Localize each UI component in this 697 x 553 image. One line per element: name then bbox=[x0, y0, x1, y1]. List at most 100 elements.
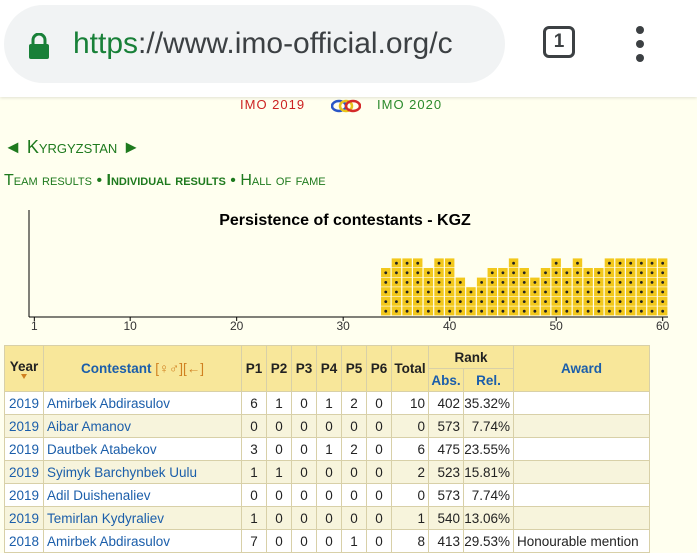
persistence-dot bbox=[544, 271, 547, 275]
col-p3[interactable]: P3 bbox=[291, 345, 317, 392]
persistence-dot bbox=[544, 300, 547, 303]
col-p1[interactable]: P1 bbox=[241, 345, 267, 392]
persistence-dot bbox=[554, 271, 558, 275]
total-score: 1 bbox=[417, 510, 425, 526]
cell-year-link: 2018 bbox=[4, 529, 44, 553]
col-contestant-label[interactable]: Contestant bbox=[81, 361, 152, 376]
score-p3: 0 bbox=[300, 464, 308, 480]
cell-score-p5: 2 bbox=[341, 437, 367, 461]
persistence-dot bbox=[639, 271, 643, 275]
persistence-dot bbox=[650, 271, 654, 275]
col-award[interactable]: Award bbox=[513, 345, 650, 392]
persistence-dot bbox=[395, 290, 398, 294]
cell-contestant-link: Amirbek Abdirasulov bbox=[43, 391, 242, 415]
persistence-dot bbox=[384, 290, 388, 294]
chart-title: Persistence of contestants - KGZ bbox=[219, 212, 471, 229]
cell-year-link: 2019 bbox=[4, 483, 44, 507]
cell-rank-rel: 7.74% bbox=[463, 483, 514, 507]
year-link[interactable]: 2018 bbox=[9, 534, 39, 549]
cell-score-p6: 0 bbox=[366, 529, 392, 553]
persistence-dot bbox=[405, 281, 409, 284]
prev-imo-link[interactable]: IMO 2019 bbox=[240, 97, 305, 112]
persistence-dot bbox=[661, 271, 665, 275]
sort-links[interactable]: [♀♂][←] bbox=[155, 361, 204, 376]
cell-score-p4: 0 bbox=[316, 506, 342, 530]
cell-score-p2: 1 bbox=[266, 460, 292, 484]
year-link[interactable]: 2019 bbox=[9, 511, 39, 526]
persistence-chart: Persistence of contestants - KGZ 1 10 20 30… bbox=[28, 210, 670, 333]
country-nav[interactable]: ◄ Kyrgyzstan ► bbox=[4, 137, 140, 158]
col-year[interactable]: Year bbox=[4, 345, 44, 392]
persistence-dot bbox=[437, 281, 441, 284]
tab-team-results[interactable]: Team results bbox=[4, 172, 92, 189]
col-rank-abs[interactable]: Abs. bbox=[428, 368, 464, 392]
total-score: 6 bbox=[417, 441, 425, 457]
persistence-dot bbox=[469, 290, 473, 294]
persistence-dot bbox=[554, 309, 558, 313]
persistence-dot bbox=[629, 309, 633, 313]
cell-award bbox=[513, 483, 650, 507]
col-p5[interactable]: P5 bbox=[341, 345, 367, 392]
tab-switcher-icon[interactable]: 1 bbox=[543, 26, 575, 58]
tab-hall-of-fame[interactable]: Hall of fame bbox=[240, 172, 325, 189]
cell-year-link: 2019 bbox=[4, 506, 44, 530]
year-link[interactable]: 2019 bbox=[9, 488, 39, 503]
persistence-dot bbox=[480, 300, 484, 303]
contestant-link[interactable]: Amirbek Abdirasulov bbox=[47, 534, 170, 549]
persistence-dot bbox=[618, 271, 622, 275]
persistence-dot bbox=[458, 281, 462, 284]
contestant-link[interactable]: Syimyk Barchynbek Uulu bbox=[47, 465, 197, 480]
year-link[interactable]: 2019 bbox=[9, 465, 39, 480]
contestant-link[interactable]: Aibar Amanov bbox=[47, 419, 131, 434]
score-p4: 1 bbox=[325, 441, 333, 457]
cell-score-p2: 0 bbox=[266, 437, 292, 461]
cell-rank-rel: 29.53% bbox=[463, 529, 514, 553]
persistence-dot bbox=[405, 271, 409, 275]
persistence-dot bbox=[384, 281, 388, 284]
tab-individual-results[interactable]: Individual results bbox=[107, 172, 226, 189]
rank-rel: 23.55% bbox=[464, 441, 510, 457]
persistence-dot bbox=[416, 261, 420, 265]
cell-score-p2: 0 bbox=[266, 529, 292, 553]
contestant-link[interactable]: Amirbek Abdirasulov bbox=[47, 396, 170, 411]
persistence-dot bbox=[533, 300, 537, 303]
persistence-dot bbox=[384, 271, 388, 275]
cell-total-score: 8 bbox=[391, 529, 429, 553]
persistence-dot bbox=[629, 261, 633, 265]
contestant-link[interactable]: Dautbek Atabekov bbox=[47, 442, 157, 457]
contestant-link[interactable]: Temirlan Kydyraliev bbox=[47, 511, 164, 526]
rank-rel: 29.53% bbox=[464, 533, 510, 549]
contestant-link[interactable]: Adil Duishenaliev bbox=[47, 488, 151, 503]
col-total[interactable]: Total bbox=[391, 345, 429, 392]
url-scheme: https bbox=[73, 27, 139, 60]
col-rank-rel[interactable]: Rel. bbox=[463, 368, 514, 392]
x-tick-label: 1 bbox=[31, 319, 38, 333]
persistence-dot bbox=[639, 290, 643, 294]
url-text[interactable]: https://www.imo-official.org/c bbox=[73, 27, 493, 61]
col-p2[interactable]: P2 bbox=[266, 345, 292, 392]
score-p2: 0 bbox=[275, 441, 283, 457]
year-link[interactable]: 2019 bbox=[9, 396, 39, 411]
year-link[interactable]: 2019 bbox=[9, 419, 39, 434]
score-p4: 0 bbox=[325, 418, 333, 434]
col-p4[interactable]: P4 bbox=[316, 345, 342, 392]
year-link[interactable]: 2019 bbox=[9, 442, 39, 457]
next-imo-link[interactable]: IMO 2020 bbox=[377, 97, 442, 112]
persistence-dot bbox=[597, 290, 601, 294]
persistence-dot bbox=[576, 290, 579, 294]
rank-abs: 573 bbox=[437, 487, 460, 503]
persistence-dot bbox=[480, 309, 484, 313]
score-p1: 7 bbox=[250, 533, 258, 549]
score-p5: 0 bbox=[350, 510, 358, 526]
table-row: 2019 Aibar Amanov 0 0 0 0 0 0 0 573 7.74% bbox=[4, 414, 650, 438]
col-p6[interactable]: P6 bbox=[366, 345, 392, 392]
cell-score-p1: 7 bbox=[241, 529, 267, 553]
x-tick-label: 40 bbox=[443, 319, 457, 333]
tab-separator: • bbox=[96, 172, 103, 189]
persistence-dot bbox=[426, 300, 430, 303]
address-bar[interactable]: https://www.imo-official.org/c bbox=[4, 5, 505, 83]
persistence-dot bbox=[448, 309, 452, 313]
cell-score-p2: 0 bbox=[266, 414, 292, 438]
cell-score-p1: 1 bbox=[241, 506, 267, 530]
overflow-menu-icon[interactable] bbox=[636, 26, 646, 62]
